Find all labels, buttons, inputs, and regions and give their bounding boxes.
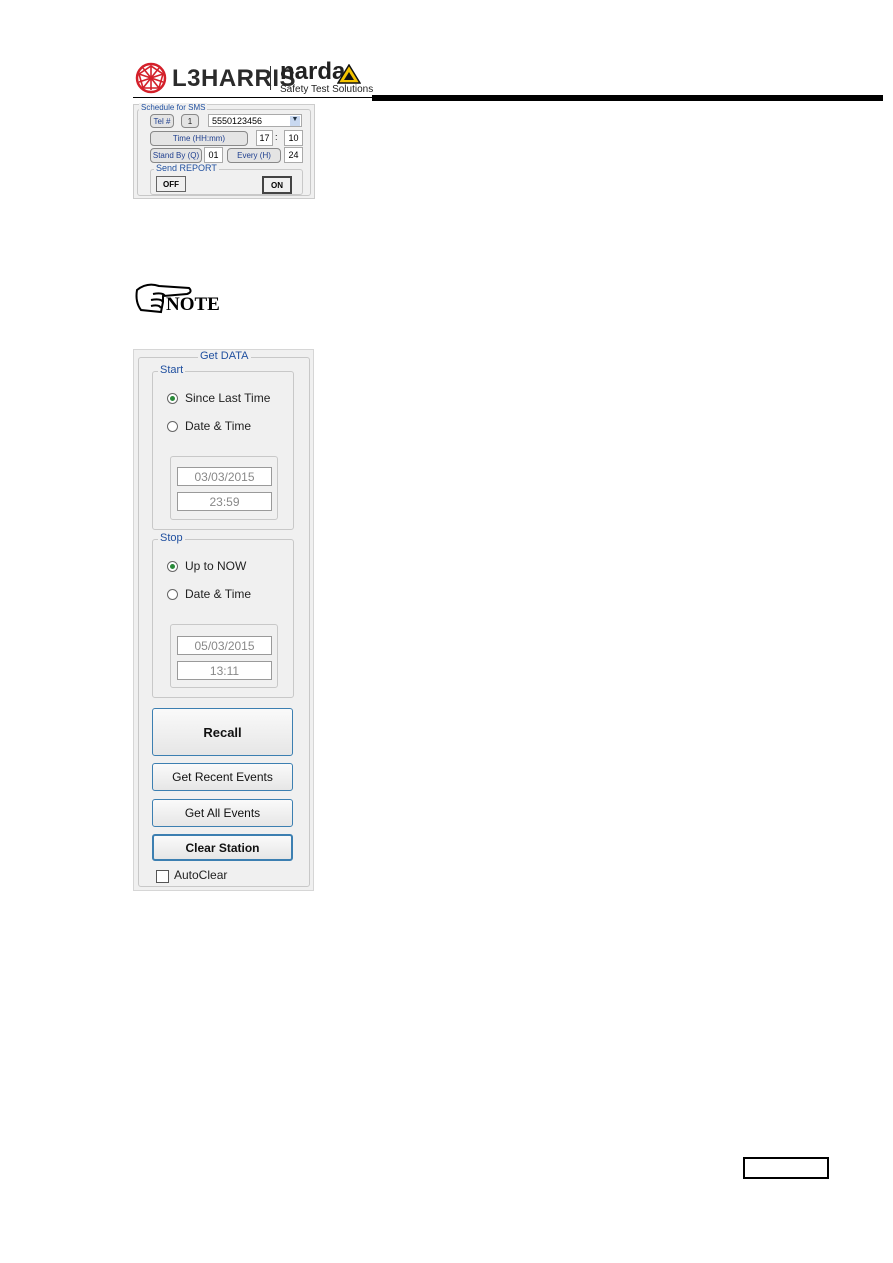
tel-index-button[interactable]: 1 [181,114,199,128]
l3harris-globe-logo [135,62,167,94]
sms-schedule-panel: Schedule for SMS Tel # 1 5550123456 ▼ Ti… [133,103,315,199]
get-data-panel: Get DATA Start Since Last Time Date & Ti… [133,349,314,891]
since-last-time-label[interactable]: Since Last Time [185,391,270,405]
every-button[interactable]: Every (H) [227,148,281,163]
stop-date-time-label[interactable]: Date & Time [185,587,251,601]
stop-time-field[interactable]: 13:11 [177,661,272,680]
time-button[interactable]: Time (HH:mm) [150,131,248,146]
stop-title: Stop [158,532,185,544]
note-label: NOTE [166,294,220,315]
get-recent-events-button[interactable]: Get Recent Events [152,763,293,791]
stop-date-time-radio[interactable] [167,589,178,600]
brand-tagline: Safety Test Solutions [280,84,374,95]
time-separator: : [275,132,278,142]
report-on-button[interactable]: ON [262,176,292,194]
document-page: L3HARRIS narda Safety Test Solutions Sch… [0,0,893,1263]
start-date-field[interactable]: 03/03/2015 [177,467,272,486]
tel-number-value: 5550123456 [212,115,263,126]
get-data-title: Get DATA [198,350,251,362]
standby-field[interactable]: 01 [204,147,223,163]
start-date-time-radio[interactable] [167,421,178,432]
up-to-now-label[interactable]: Up to NOW [185,559,246,573]
sms-title: Schedule for SMS [139,103,208,112]
report-off-button[interactable]: OFF [156,176,186,192]
tel-button[interactable]: Tel # [150,114,174,128]
get-all-events-button[interactable]: Get All Events [152,799,293,827]
header-rule [133,97,373,98]
header-bar [372,95,883,101]
standby-button[interactable]: Stand By (Q) [150,148,202,163]
send-report-title: Send REPORT [154,163,219,173]
start-title: Start [158,364,186,376]
up-to-now-radio[interactable] [167,561,178,572]
chevron-down-icon[interactable]: ▼ [290,116,300,126]
hour-field[interactable]: 17 [256,130,273,146]
brand-narda: narda [280,58,346,85]
tel-number-select[interactable]: 5550123456 ▼ [208,114,302,127]
autoclear-label[interactable]: AutoClear [174,868,227,882]
autoclear-checkbox[interactable] [156,870,169,883]
minute-field[interactable]: 10 [284,130,303,146]
stop-date-field[interactable]: 05/03/2015 [177,636,272,655]
since-last-time-radio[interactable] [167,393,178,404]
clear-station-button[interactable]: Clear Station [152,834,293,861]
brand-l3harris: L3HARRIS [172,65,297,92]
page-number-box [743,1157,829,1179]
start-date-time-label[interactable]: Date & Time [185,419,251,433]
recall-button[interactable]: Recall [152,708,293,756]
every-field[interactable]: 24 [284,147,303,163]
warning-triangle-logo [337,64,361,84]
logo-divider [270,66,271,90]
start-time-field[interactable]: 23:59 [177,492,272,511]
